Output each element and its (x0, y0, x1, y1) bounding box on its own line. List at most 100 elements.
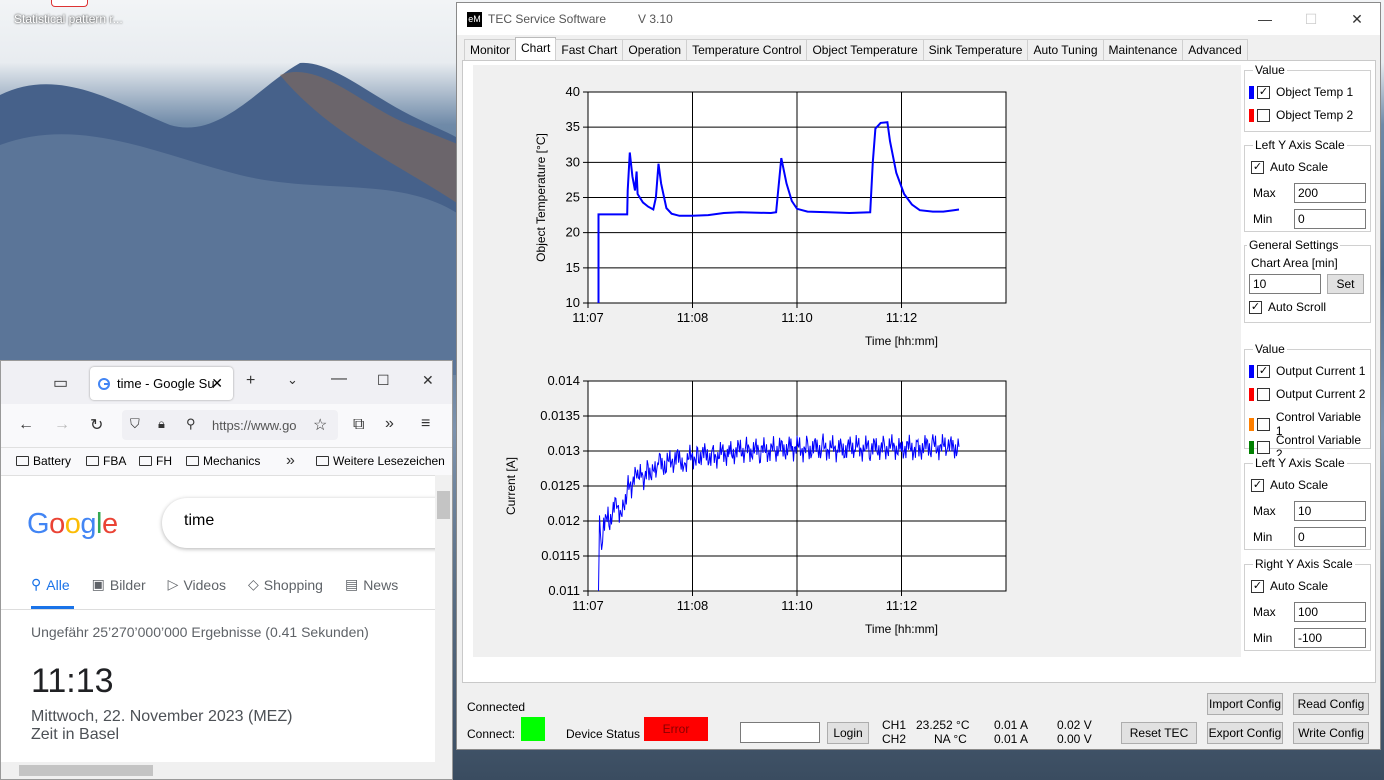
auto-scroll-checkbox[interactable]: ✓ (1249, 300, 1262, 314)
tab-sink-temperature[interactable]: Sink Temperature (922, 39, 1029, 60)
back-icon[interactable]: ← (18, 416, 34, 434)
login-button[interactable]: Login (827, 722, 869, 744)
series-checkbox[interactable] (1256, 417, 1270, 431)
chart-area-input[interactable]: 10 (1249, 274, 1321, 294)
x-tick-label: 11:12 (886, 598, 918, 613)
x-axis-title: Time [hh:mm] (865, 334, 938, 348)
vertical-scrollbar[interactable] (435, 475, 452, 765)
lock-icon[interactable]: 🔒︎ (158, 416, 165, 432)
scrollbar-thumb[interactable] (437, 491, 450, 519)
read-config-button[interactable]: Read Config (1293, 693, 1369, 715)
chart-area-label: Chart Area [min] (1251, 256, 1338, 270)
bookmark-fh[interactable]: FH (139, 454, 172, 468)
password-input[interactable] (740, 722, 820, 743)
horizontal-scrollbar-thumb[interactable] (19, 765, 153, 776)
connect-indicator[interactable] (521, 717, 545, 741)
bookmark-more[interactable]: Weitere Lesezeichen (316, 454, 445, 468)
google-logo[interactable]: Google (27, 508, 118, 541)
min-input[interactable]: 0 (1294, 209, 1366, 229)
result-tab-all[interactable]: ⚲ Alle (31, 576, 70, 593)
minimize-icon[interactable]: — (331, 370, 347, 388)
reload-icon[interactable]: ↻ (90, 415, 103, 435)
auto-scroll-row[interactable]: ✓ Auto Scroll (1249, 300, 1326, 314)
reset-tec-button[interactable]: Reset TEC (1121, 722, 1197, 744)
permissions-icon[interactable]: ⚲ (186, 416, 196, 432)
auto-scale-checkbox[interactable]: ✓ (1251, 478, 1264, 492)
search-input[interactable]: time (162, 498, 452, 548)
bookmark-star-icon[interactable]: ☆ (313, 415, 327, 435)
min-input[interactable]: -100 (1294, 628, 1366, 648)
minimize-button[interactable]: — (1242, 3, 1288, 35)
charts-svg: 10 15 20 25 30 35 40 11:07 11:08 11:10 11:12 Time [… (504, 84, 1007, 636)
bookmark-fba[interactable]: FBA (86, 454, 126, 468)
series-row-object-temp-1[interactable]: ✓ Object Temp 1 (1249, 85, 1353, 99)
set-button[interactable]: Set (1327, 274, 1364, 294)
auto-scale-checkbox[interactable]: ✓ (1251, 579, 1264, 593)
series-checkbox[interactable] (1256, 440, 1270, 454)
close-tab-icon[interactable]: ✕ (211, 375, 223, 392)
max-input[interactable]: 10 (1294, 501, 1366, 521)
browser-tab-bar: ▭ time - Google Su ✕ + ⌄ — ☐ ✕ (1, 361, 452, 404)
bookmark-mechanics[interactable]: Mechanics (186, 454, 260, 468)
series-checkbox[interactable]: ✓ (1257, 364, 1270, 378)
desktop-icon-label[interactable]: Statistical pattern r... (14, 12, 123, 26)
status-bar: Connected Connect: Device Status Error L… (457, 687, 1380, 749)
tab-fast-chart[interactable]: Fast Chart (555, 39, 624, 60)
auto-scale-row[interactable]: ✓ Auto Scale (1251, 579, 1328, 593)
more-bookmarks-chevron-icon[interactable]: » (286, 452, 295, 470)
close-window-icon[interactable]: ✕ (422, 372, 434, 389)
maximize-icon[interactable]: ☐ (377, 372, 390, 389)
window-version: V 3.10 (638, 12, 673, 26)
result-tab-videos[interactable]: ▷ Videos (168, 576, 226, 593)
series-row-output-current-1[interactable]: ✓ Output Current 1 (1249, 364, 1365, 378)
x-tick-label: 11:12 (886, 310, 918, 325)
series-checkbox[interactable] (1257, 387, 1270, 401)
write-config-button[interactable]: Write Config (1293, 722, 1369, 744)
list-tabs-icon[interactable]: ⌄ (287, 372, 298, 388)
tab-temperature-control[interactable]: Temperature Control (686, 39, 808, 60)
ch1-label: CH1 (882, 718, 907, 732)
ch2-temperature: NA °C (934, 732, 967, 746)
max-input[interactable]: 200 (1294, 183, 1366, 203)
tab-operation[interactable]: Operation (622, 39, 688, 60)
series-checkbox[interactable]: ✓ (1257, 85, 1270, 99)
min-input[interactable]: 0 (1294, 527, 1366, 547)
max-input[interactable]: 100 (1294, 602, 1366, 622)
left-y-axis-group-top: Left Y Axis Scale ✓ Auto Scale Max 200 M… (1244, 138, 1371, 232)
result-tab-news[interactable]: ▤ News (345, 576, 398, 593)
tab-auto-tuning[interactable]: Auto Tuning (1027, 39, 1104, 60)
folder-icon (316, 456, 329, 466)
left-y-axis-group-bottom: Left Y Axis Scale ✓ Auto Scale Max 10 Mi… (1244, 456, 1371, 550)
tab-advanced[interactable]: Advanced (1182, 39, 1248, 60)
menu-icon[interactable]: ≡ (421, 415, 430, 433)
auto-scale-checkbox[interactable]: ✓ (1251, 160, 1264, 174)
tab-overview-icon[interactable]: ▭ (53, 373, 68, 393)
result-tabs: ⚲ Alle ▣ Bilder ▷ Videos ◇ Shopping ▤ News (31, 576, 420, 593)
result-tab-images[interactable]: ▣ Bilder (92, 576, 146, 593)
url-bar[interactable]: ⛉ 🔒︎ ⚲ https://www.go ☆ (122, 410, 338, 440)
tab-chart[interactable]: Chart (515, 37, 557, 60)
tab-monitor[interactable]: Monitor (464, 39, 517, 60)
shield-icon[interactable]: ⛉ (130, 416, 140, 432)
overflow-icon[interactable]: » (385, 415, 394, 433)
close-button[interactable]: ✕ (1334, 3, 1380, 35)
auto-scale-row[interactable]: ✓ Auto Scale (1251, 478, 1328, 492)
import-config-button[interactable]: Import Config (1207, 693, 1283, 715)
tab-maintenance[interactable]: Maintenance (1102, 39, 1184, 60)
series-row-object-temp-2[interactable]: Object Temp 2 (1249, 108, 1353, 122)
horizontal-scrollbar[interactable] (1, 762, 452, 779)
series-row-output-current-2[interactable]: Output Current 2 (1249, 387, 1365, 401)
location-display: Zeit in Basel (31, 726, 120, 743)
folder-icon (139, 456, 152, 466)
series-checkbox[interactable] (1257, 108, 1270, 122)
new-tab-icon[interactable]: + (246, 372, 255, 390)
bookmark-battery[interactable]: Battery (16, 454, 71, 468)
forward-icon[interactable]: → (54, 416, 70, 434)
result-tab-shopping[interactable]: ◇ Shopping (248, 576, 323, 593)
auto-scale-row[interactable]: ✓ Auto Scale (1251, 160, 1328, 174)
extensions-icon[interactable]: ⧉ (353, 416, 364, 434)
export-config-button[interactable]: Export Config (1207, 722, 1283, 744)
maximize-button[interactable]: ☐ (1288, 3, 1334, 35)
browser-tab[interactable]: time - Google Su ✕ (90, 367, 233, 400)
tab-object-temperature[interactable]: Object Temperature (806, 39, 924, 60)
